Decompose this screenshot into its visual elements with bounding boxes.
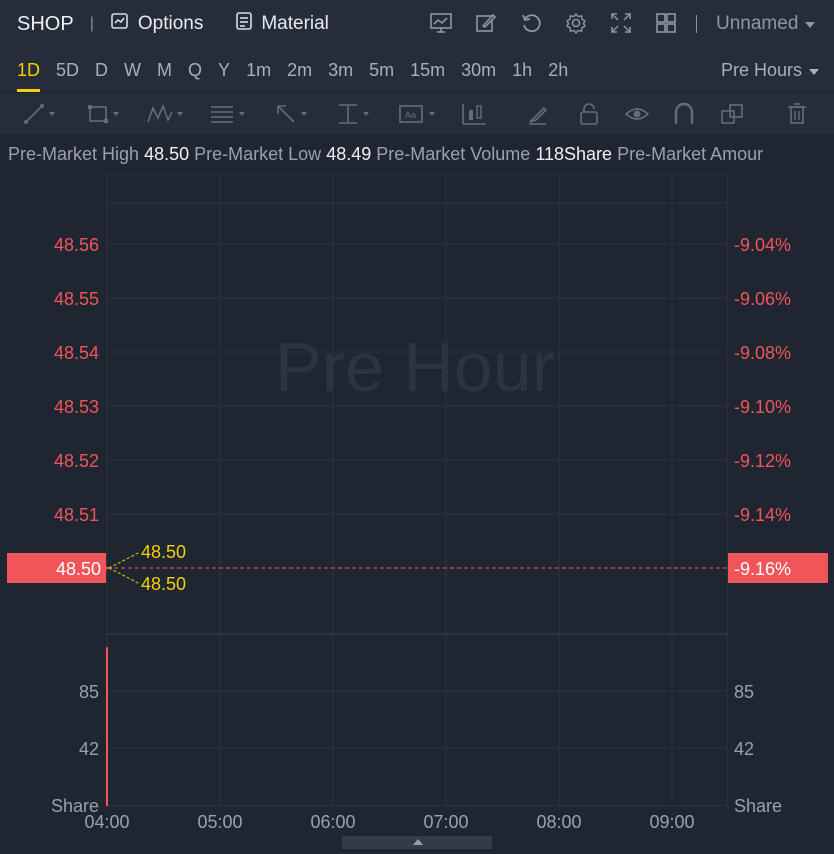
top-bar: SHOP | Options Material Unnamed [0,0,834,48]
lock-icon[interactable] [578,101,600,127]
arrow-tool-icon[interactable] [274,101,307,127]
time-tick-label: 05:00 [197,812,242,832]
divider [696,15,697,33]
measure-tool-icon[interactable] [336,101,369,127]
pattern-tool-icon[interactable] [146,101,183,127]
volume-tick-label: 42 [734,739,754,759]
percent-tick-label: -9.10% [734,397,791,417]
symbol-label[interactable]: SHOP [17,13,74,36]
rectangle-tool-icon[interactable] [86,101,119,127]
grid-layout-icon[interactable] [653,10,678,35]
watermark-text: Pre Hour [275,328,555,406]
tab-timeframe-30m[interactable]: 30m [453,48,504,92]
low-annotation-line [108,567,141,585]
caret-down-icon [808,60,820,81]
current-percent-label: -9.16% [734,559,791,579]
chart-settings-icon[interactable] [428,10,453,35]
price-tick-label: 48.56 [54,235,99,255]
svg-text:Aa: Aa [405,110,416,120]
price-tick-label: 48.55 [54,289,99,309]
header-icon-group [428,10,678,35]
fullscreen-icon[interactable] [608,10,633,35]
volume-value: 118Share [535,144,613,164]
options-icon [110,11,130,37]
material-label: Material [261,13,329,34]
percent-tick-label: -9.06% [734,289,791,309]
high-annotation-label: 48.50 [141,542,186,562]
volume-tick-label: 42 [79,739,99,759]
tab-timeframe-2h[interactable]: 2h [540,48,576,92]
tab-timeframe-5d[interactable]: 5D [48,48,87,92]
volume-label: Pre-Market Volume [376,144,531,164]
chart-frame [106,173,728,807]
volume-unit-label: Share [51,796,99,816]
percent-tick-label: -9.12% [734,451,791,471]
time-tick-label: 06:00 [310,812,355,832]
tab-timeframe-3m[interactable]: 3m [320,48,361,92]
copy-icon[interactable] [720,101,744,127]
tab-timeframe-w[interactable]: W [116,48,149,92]
amount-label: Pre-Market Amour [617,144,764,164]
tab-timeframe-1m[interactable]: 1m [238,48,279,92]
magnet-icon[interactable] [672,101,696,127]
tab-timeframe-5m[interactable]: 5m [361,48,402,92]
panel-resize-handle[interactable] [342,836,492,849]
tab-timeframe-1d[interactable]: 1D [9,48,48,92]
timeframe-list: 1D 5D D W M Q Y 1m 2m 3m 5m 15m 30m 1h 2h [9,48,576,92]
price-tick-label: 48.52 [54,451,99,471]
text-tool-icon[interactable]: Aa [398,101,435,127]
volume-tick-label: 85 [734,682,754,702]
high-label: Pre-Market High [8,144,140,164]
session-selector[interactable]: Pre Hours [721,48,820,92]
tab-timeframe-q[interactable]: Q [180,48,210,92]
chart-area[interactable]: Pre Hour 48.56 -9.04% 48.55 -9.06% 48.54 -9.08… [0,173,834,849]
pre-market-info: Pre-Market High 48.50 Pre-Market Low 48.… [0,134,834,174]
brush-icon[interactable] [526,101,550,127]
eye-icon[interactable] [624,101,650,127]
time-tick-label: 08:00 [536,812,581,832]
volume-unit-label: Share [734,796,782,816]
layout-name-label: Unnamed [716,13,799,34]
material-button[interactable]: Material [235,11,329,37]
price-tick-label: 48.53 [54,397,99,417]
tab-timeframe-d[interactable]: D [87,48,116,92]
draw-icon[interactable] [473,10,498,35]
options-button[interactable]: Options [110,11,203,37]
tab-timeframe-2m[interactable]: 2m [279,48,320,92]
low-label: Pre-Market Low [194,144,322,164]
time-tick-label: 09:00 [649,812,694,832]
high-annotation-line [108,551,141,569]
line-tool-icon[interactable] [22,101,55,127]
price-tick-label: 48.54 [54,343,99,363]
percent-tick-label: -9.14% [734,505,791,525]
fib-tool-icon[interactable] [208,101,245,127]
candle-tool-icon[interactable] [460,101,488,127]
price-tick-label: 48.51 [54,505,99,525]
options-label: Options [137,13,204,34]
low-annotation-label: 48.50 [141,574,186,594]
tab-timeframe-1h[interactable]: 1h [504,48,540,92]
caret-up-icon [413,839,423,845]
current-price-label: 48.50 [56,559,101,579]
layout-selector[interactable]: Unnamed [716,13,816,35]
tab-timeframe-m[interactable]: M [149,48,180,92]
timeframe-bar: 1D 5D D W M Q Y 1m 2m 3m 5m 15m 30m 1h 2h Pre Hours [0,48,834,92]
divider: | [89,15,94,32]
drawing-toolbar: Aa [0,92,834,135]
price-chart[interactable]: Pre Hour 48.56 -9.04% 48.55 -9.06% 48.54 -9.08… [0,173,834,849]
low-value: 48.49 [326,144,372,164]
time-tick-label: 07:00 [423,812,468,832]
tab-timeframe-15m[interactable]: 15m [402,48,453,92]
refresh-icon[interactable] [518,10,543,35]
caret-down-icon [804,13,816,35]
percent-tick-label: -9.04% [734,235,791,255]
tab-timeframe-y[interactable]: Y [210,48,238,92]
high-value: 48.50 [144,144,190,164]
percent-tick-label: -9.08% [734,343,791,363]
session-label: Pre Hours [720,59,802,80]
trash-icon[interactable] [786,101,808,127]
gear-icon[interactable] [563,10,588,35]
document-icon [235,11,253,37]
volume-tick-label: 85 [79,682,99,702]
